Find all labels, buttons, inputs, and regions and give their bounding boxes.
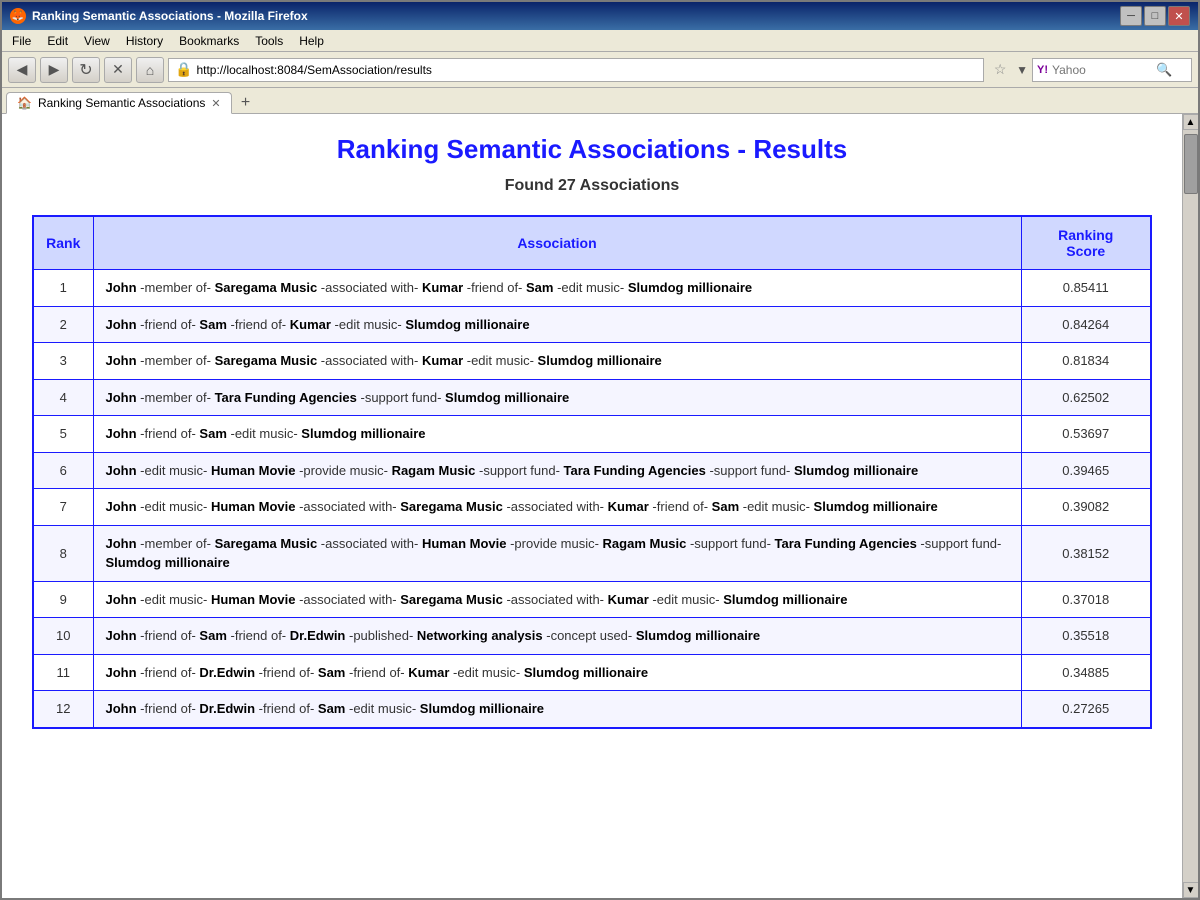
table-row: 12John -friend of- Dr.Edwin -friend of- … [33, 691, 1151, 728]
search-input[interactable] [1052, 63, 1152, 77]
menu-edit[interactable]: Edit [41, 32, 74, 50]
table-row: 2John -friend of- Sam -friend of- Kumar … [33, 306, 1151, 343]
association-cell: John -friend of- Sam -friend of- Kumar -… [93, 306, 1021, 343]
rank-cell: 11 [33, 654, 93, 691]
menu-help[interactable]: Help [293, 32, 330, 50]
score-cell: 0.39082 [1021, 489, 1151, 526]
yahoo-logo: Y! [1037, 64, 1048, 76]
score-cell: 0.53697 [1021, 416, 1151, 453]
score-cell: 0.84264 [1021, 306, 1151, 343]
association-cell: John -edit music- Human Movie -associate… [93, 489, 1021, 526]
maximize-button[interactable]: □ [1144, 6, 1166, 26]
menu-bar: File Edit View History Bookmarks Tools H… [2, 30, 1198, 52]
table-row: 4John -member of- Tara Funding Agencies … [33, 379, 1151, 416]
header-score: RankingScore [1021, 216, 1151, 270]
menu-view[interactable]: View [78, 32, 116, 50]
rank-cell: 6 [33, 452, 93, 489]
back-button[interactable]: ◀ [8, 57, 36, 83]
scrollbar-thumb[interactable] [1184, 134, 1198, 194]
rank-cell: 10 [33, 618, 93, 655]
score-cell: 0.81834 [1021, 343, 1151, 380]
table-row: 11John -friend of- Dr.Edwin -friend of- … [33, 654, 1151, 691]
score-cell: 0.85411 [1021, 270, 1151, 307]
table-row: 6John -edit music- Human Movie -provide … [33, 452, 1151, 489]
rss-icon: ▼ [1016, 63, 1028, 77]
tab-label: Ranking Semantic Associations [38, 96, 205, 110]
tab-favicon: 🏠 [17, 96, 32, 110]
home-button[interactable]: ⌂ [136, 57, 164, 83]
table-row: 9John -edit music- Human Movie -associat… [33, 581, 1151, 618]
score-cell: 0.62502 [1021, 379, 1151, 416]
close-button[interactable]: ✕ [1168, 6, 1190, 26]
scroll-down-button[interactable]: ▼ [1183, 882, 1199, 898]
rank-cell: 1 [33, 270, 93, 307]
association-cell: John -friend of- Dr.Edwin -friend of- Sa… [93, 691, 1021, 728]
tab-close-icon[interactable]: ✕ [211, 97, 220, 110]
table-row: 3John -member of- Saregama Music -associ… [33, 343, 1151, 380]
title-bar: 🦊 Ranking Semantic Associations - Mozill… [2, 2, 1198, 30]
rank-cell: 9 [33, 581, 93, 618]
subtitle: Found 27 Associations [32, 177, 1152, 195]
tab-ranking[interactable]: 🏠 Ranking Semantic Associations ✕ [6, 92, 232, 114]
score-cell: 0.39465 [1021, 452, 1151, 489]
rank-cell: 4 [33, 379, 93, 416]
association-cell: John -edit music- Human Movie -associate… [93, 581, 1021, 618]
table-row: 10John -friend of- Sam -friend of- Dr.Ed… [33, 618, 1151, 655]
window-title: Ranking Semantic Associations - Mozilla … [32, 9, 308, 23]
association-cell: John -member of- Saregama Music -associa… [93, 525, 1021, 581]
scrollbar[interactable]: ▲ ▼ [1182, 114, 1198, 898]
header-association: Association [93, 216, 1021, 270]
association-cell: John -member of- Saregama Music -associa… [93, 270, 1021, 307]
tabs-bar: 🏠 Ranking Semantic Associations ✕ + [2, 88, 1198, 114]
score-cell: 0.27265 [1021, 691, 1151, 728]
title-bar-buttons: ─ □ ✕ [1120, 6, 1190, 26]
scroll-up-button[interactable]: ▲ [1183, 114, 1199, 130]
table-row: 7John -edit music- Human Movie -associat… [33, 489, 1151, 526]
rank-cell: 8 [33, 525, 93, 581]
title-bar-left: 🦊 Ranking Semantic Associations - Mozill… [10, 8, 308, 24]
score-cell: 0.37018 [1021, 581, 1151, 618]
menu-file[interactable]: File [6, 32, 37, 50]
search-bar: Y! 🔍 [1032, 58, 1192, 82]
menu-history[interactable]: History [120, 32, 169, 50]
page-content: Ranking Semantic Associations - Results … [2, 114, 1182, 898]
address-bar-box: 🔒 [168, 58, 984, 82]
header-rank: Rank [33, 216, 93, 270]
table-row: 5John -friend of- Sam -edit music- Slumd… [33, 416, 1151, 453]
rank-cell: 2 [33, 306, 93, 343]
browser-window: 🦊 Ranking Semantic Associations - Mozill… [0, 0, 1200, 900]
table-row: 8John -member of- Saregama Music -associ… [33, 525, 1151, 581]
association-cell: John -member of- Saregama Music -associa… [93, 343, 1021, 380]
rank-cell: 3 [33, 343, 93, 380]
bookmark-star-icon[interactable]: ☆ [988, 58, 1012, 82]
toolbar: ◀ ▶ ↻ ✕ ⌂ 🔒 ☆ ▼ Y! 🔍 [2, 52, 1198, 88]
rank-cell: 5 [33, 416, 93, 453]
forward-button[interactable]: ▶ [40, 57, 68, 83]
stop-button[interactable]: ✕ [104, 57, 132, 83]
menu-bookmarks[interactable]: Bookmarks [173, 32, 245, 50]
association-cell: John -friend of- Dr.Edwin -friend of- Sa… [93, 654, 1021, 691]
rank-cell: 7 [33, 489, 93, 526]
address-input[interactable] [196, 63, 977, 77]
reload-button[interactable]: ↻ [72, 57, 100, 83]
rank-cell: 12 [33, 691, 93, 728]
table-row: 1John -member of- Saregama Music -associ… [33, 270, 1151, 307]
menu-tools[interactable]: Tools [249, 32, 289, 50]
association-cell: John -friend of- Sam -friend of- Dr.Edwi… [93, 618, 1021, 655]
results-table: Rank Association RankingScore 1John -mem… [32, 215, 1152, 729]
association-cell: John -edit music- Human Movie -provide m… [93, 452, 1021, 489]
score-cell: 0.34885 [1021, 654, 1151, 691]
page-title: Ranking Semantic Associations - Results [32, 134, 1152, 165]
address-bar-container: 🔒 ☆ ▼ [168, 58, 1028, 82]
score-cell: 0.35518 [1021, 618, 1151, 655]
association-cell: John -friend of- Sam -edit music- Slumdo… [93, 416, 1021, 453]
minimize-button[interactable]: ─ [1120, 6, 1142, 26]
search-icon[interactable]: 🔍 [1156, 62, 1172, 78]
score-cell: 0.38152 [1021, 525, 1151, 581]
firefox-icon: 🦊 [10, 8, 26, 24]
association-cell: John -member of- Tara Funding Agencies -… [93, 379, 1021, 416]
new-tab-button[interactable]: + [236, 93, 256, 113]
